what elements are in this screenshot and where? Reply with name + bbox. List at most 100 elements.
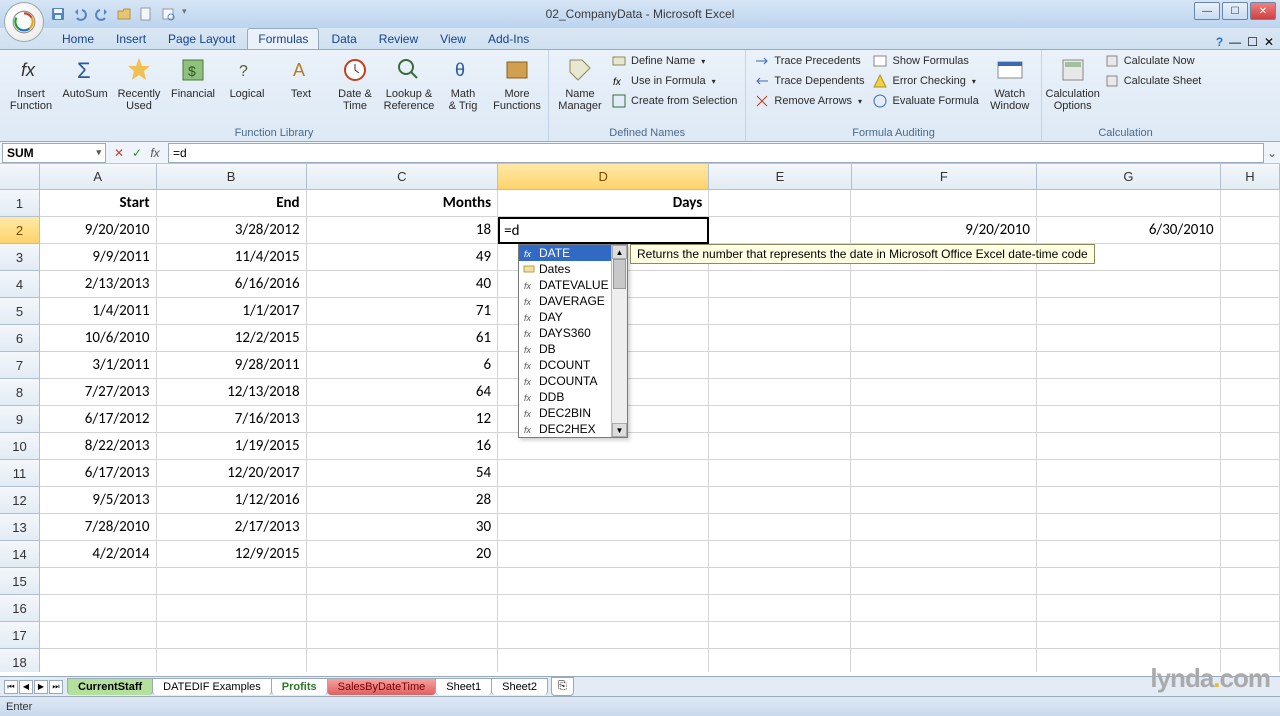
trace-dependents-button[interactable]: Trace Dependents: [752, 72, 866, 90]
cell[interactable]: [851, 514, 1037, 541]
enter-icon[interactable]: ✓: [130, 146, 144, 160]
cell[interactable]: 61: [307, 325, 498, 352]
cell[interactable]: 12/9/2015: [157, 541, 307, 568]
cell[interactable]: [1221, 271, 1280, 298]
date-time-button[interactable]: Date & Time: [330, 52, 380, 114]
cell[interactable]: [1221, 487, 1280, 514]
prev-sheet-icon[interactable]: ◀: [19, 680, 33, 694]
cell[interactable]: [1037, 460, 1221, 487]
cell[interactable]: [709, 460, 851, 487]
cell[interactable]: [498, 622, 709, 649]
cell[interactable]: 28: [307, 487, 498, 514]
cell[interactable]: [709, 352, 851, 379]
redo-icon[interactable]: [94, 6, 110, 22]
column-header-D[interactable]: D: [498, 164, 709, 190]
cell[interactable]: [1037, 406, 1221, 433]
cell[interactable]: [709, 271, 851, 298]
cell[interactable]: Start: [40, 190, 157, 217]
logical-button[interactable]: ?Logical: [222, 52, 272, 102]
cell[interactable]: 64: [307, 379, 498, 406]
cell[interactable]: [851, 568, 1037, 595]
cell[interactable]: [1221, 433, 1280, 460]
save-icon[interactable]: [50, 6, 66, 22]
cell[interactable]: [709, 406, 851, 433]
cell[interactable]: [1221, 379, 1280, 406]
cell[interactable]: [709, 514, 851, 541]
cell[interactable]: 40: [307, 271, 498, 298]
row-header-13[interactable]: 13: [0, 514, 40, 541]
dropdown-scrollbar[interactable]: ▲ ▼: [611, 245, 627, 437]
cell[interactable]: [851, 298, 1037, 325]
cell[interactable]: 6/17/2013: [40, 460, 157, 487]
cell[interactable]: 1/12/2016: [157, 487, 307, 514]
cell[interactable]: [157, 622, 307, 649]
row-header-8[interactable]: 8: [0, 379, 40, 406]
cell[interactable]: 9/20/2010: [851, 217, 1037, 244]
cell[interactable]: [40, 568, 157, 595]
print-preview-icon[interactable]: [160, 6, 176, 22]
row-header-16[interactable]: 16: [0, 595, 40, 622]
cell[interactable]: [157, 595, 307, 622]
cell[interactable]: [1221, 595, 1280, 622]
next-sheet-icon[interactable]: ▶: [34, 680, 48, 694]
cell[interactable]: [498, 541, 709, 568]
cell[interactable]: [1037, 271, 1221, 298]
cell[interactable]: 20: [307, 541, 498, 568]
use-in-formula-button[interactable]: fxUse in Formula▾: [609, 72, 739, 90]
tab-home[interactable]: Home: [52, 29, 104, 49]
cell[interactable]: [498, 595, 709, 622]
row-header-12[interactable]: 12: [0, 487, 40, 514]
last-sheet-icon[interactable]: ⏭: [49, 680, 63, 694]
cell[interactable]: 9/9/2011: [40, 244, 157, 271]
cell[interactable]: 12: [307, 406, 498, 433]
cell[interactable]: 16: [307, 433, 498, 460]
cell[interactable]: [1037, 433, 1221, 460]
cell[interactable]: [40, 649, 157, 672]
cell[interactable]: [709, 217, 851, 244]
cell[interactable]: 1/1/2017: [157, 298, 307, 325]
scroll-up-icon[interactable]: ▲: [612, 245, 627, 259]
error-checking-button[interactable]: Error Checking▾: [870, 72, 980, 90]
cell[interactable]: 12/13/2018: [157, 379, 307, 406]
cell[interactable]: [1221, 298, 1280, 325]
ribbon-minimize-icon[interactable]: —: [1229, 35, 1241, 49]
tab-review[interactable]: Review: [369, 29, 428, 49]
cell[interactable]: [498, 649, 709, 672]
close-button[interactable]: ✕: [1250, 2, 1276, 20]
cell[interactable]: [1221, 460, 1280, 487]
cell[interactable]: [851, 190, 1037, 217]
select-all-corner[interactable]: [0, 164, 40, 190]
cell[interactable]: 4/2/2014: [40, 541, 157, 568]
row-header-9[interactable]: 9: [0, 406, 40, 433]
financial-button[interactable]: $Financial: [168, 52, 218, 102]
math-trig-button[interactable]: θMath & Trig: [438, 52, 488, 114]
cell[interactable]: 9/20/2010: [40, 217, 157, 244]
cell[interactable]: [1221, 541, 1280, 568]
fx-icon[interactable]: fx: [148, 146, 162, 160]
cell[interactable]: [498, 487, 709, 514]
cell[interactable]: [1037, 352, 1221, 379]
cell[interactable]: 3/1/2011: [40, 352, 157, 379]
define-name-button[interactable]: Define Name▾: [609, 52, 739, 70]
cell[interactable]: [709, 325, 851, 352]
cell[interactable]: [709, 379, 851, 406]
cell[interactable]: [851, 460, 1037, 487]
cell[interactable]: [709, 541, 851, 568]
cell[interactable]: [851, 622, 1037, 649]
cancel-icon[interactable]: ✕: [112, 146, 126, 160]
sheet-tab-sheet1[interactable]: Sheet1: [435, 678, 492, 695]
column-header-C[interactable]: C: [307, 164, 499, 190]
row-header-6[interactable]: 6: [0, 325, 40, 352]
cell[interactable]: [498, 460, 709, 487]
watch-window-button[interactable]: Watch Window: [985, 52, 1035, 114]
cell[interactable]: 8/22/2013: [40, 433, 157, 460]
tab-view[interactable]: View: [430, 29, 476, 49]
cell[interactable]: [1037, 622, 1221, 649]
cell[interactable]: [851, 271, 1037, 298]
cell[interactable]: [1037, 325, 1221, 352]
row-header-5[interactable]: 5: [0, 298, 40, 325]
sheet-tab-sheet2[interactable]: Sheet2: [491, 678, 548, 695]
cell[interactable]: [307, 595, 498, 622]
row-header-1[interactable]: 1: [0, 190, 40, 217]
scroll-thumb[interactable]: [613, 259, 626, 289]
